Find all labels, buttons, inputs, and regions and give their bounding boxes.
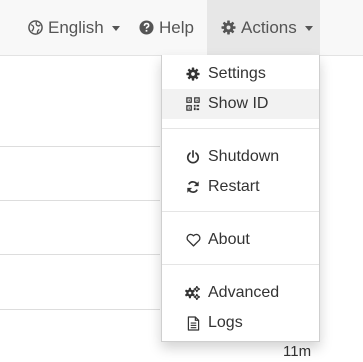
actions-menu-toggle[interactable]: Actions	[207, 0, 320, 55]
language-menu-toggle[interactable]: English	[28, 0, 120, 55]
menu-item-about[interactable]: About	[162, 225, 319, 255]
menu-item-advanced[interactable]: Advanced	[162, 278, 319, 308]
menu-item-label: Restart	[208, 178, 260, 195]
menu-item-label: About	[208, 231, 250, 248]
cogs-icon	[185, 285, 201, 301]
actions-label: Actions	[241, 17, 297, 37]
question-circle-icon	[139, 20, 154, 35]
menu-divider	[162, 264, 319, 265]
menu-item-restart[interactable]: Restart	[162, 172, 319, 202]
menu-item-label: Settings	[208, 65, 266, 82]
table-row-divider	[0, 254, 160, 255]
language-label: English	[48, 17, 104, 37]
qrcode-icon	[185, 96, 201, 112]
actions-dropdown-menu: Settings Show ID Shutdown Restart About …	[161, 55, 320, 342]
menu-divider	[162, 211, 319, 212]
table-row-divider	[0, 146, 160, 147]
menu-item-show-id[interactable]: Show ID	[162, 89, 319, 119]
menu-item-shutdown[interactable]: Shutdown	[162, 142, 319, 172]
heart-icon	[185, 232, 201, 248]
menu-divider	[162, 128, 319, 129]
table-row-divider	[0, 200, 160, 201]
table-row-divider	[0, 309, 160, 310]
background-time-text: 11m	[283, 343, 312, 360]
globe-icon	[28, 20, 43, 35]
caret-down-icon	[111, 26, 120, 31]
help-label: Help	[159, 17, 194, 37]
top-navbar: English Help Actions	[0, 0, 363, 56]
menu-item-label: Shutdown	[208, 148, 280, 165]
power-icon	[185, 149, 201, 165]
file-text-icon	[185, 315, 201, 331]
gear-icon	[221, 20, 236, 35]
menu-item-logs[interactable]: Logs	[162, 308, 319, 338]
menu-item-label: Show ID	[208, 95, 269, 112]
help-link[interactable]: Help	[139, 0, 194, 55]
gear-icon	[185, 66, 201, 82]
menu-item-label: Advanced	[208, 284, 280, 301]
refresh-icon	[185, 179, 201, 195]
caret-down-icon	[304, 26, 313, 31]
menu-item-label: Logs	[208, 314, 243, 331]
menu-item-settings[interactable]: Settings	[162, 59, 319, 89]
